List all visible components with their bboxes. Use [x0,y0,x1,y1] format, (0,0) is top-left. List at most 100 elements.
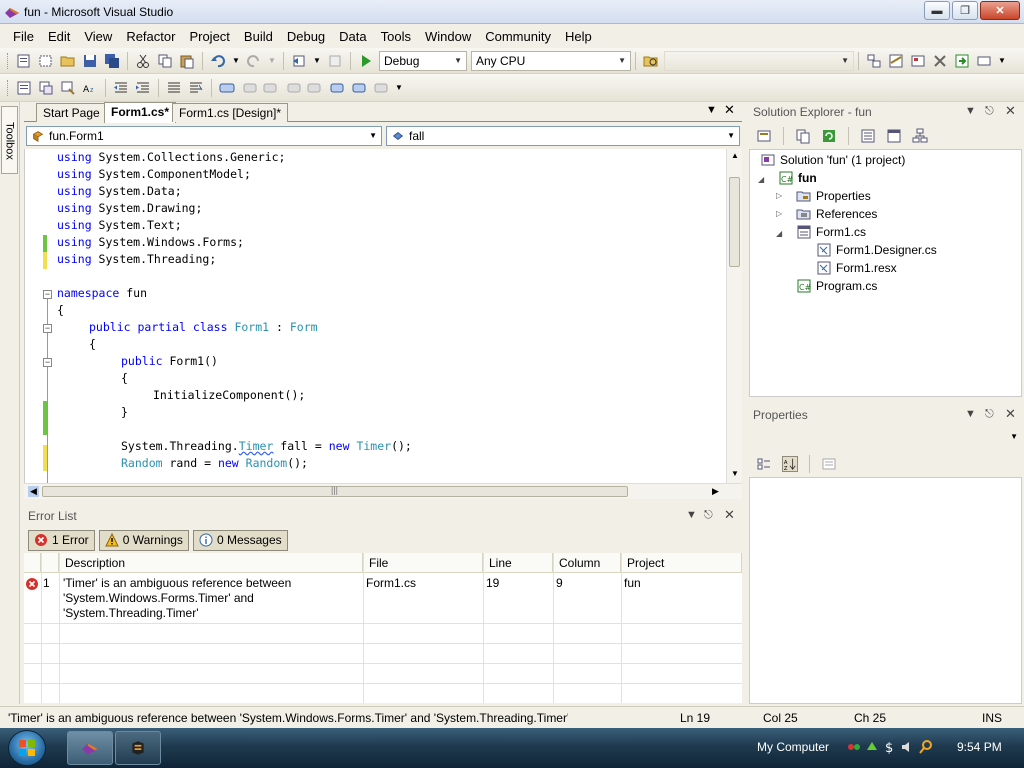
start-page-icon[interactable] [954,53,970,69]
members-dropdown[interactable]: fall ▼ [386,125,740,146]
menu-tools[interactable]: Tools [374,29,418,44]
tree-item-project-fun[interactable]: C# fun [778,170,817,186]
currency-icon[interactable]: $ [882,739,898,755]
undo-icon[interactable] [210,53,226,69]
start-debugging-icon[interactable] [358,53,374,69]
column-header-number[interactable] [41,553,59,573]
types-dropdown[interactable]: fun.Form1 ▼ [26,125,382,146]
copy-icon[interactable] [157,53,173,69]
sync-icon[interactable] [864,739,880,755]
close-document-icon[interactable]: ✕ [724,102,735,118]
quick-info-icon[interactable] [60,80,76,96]
display-object-member-list-icon[interactable] [16,80,32,96]
alphabetical-icon[interactable]: AZ [782,456,798,472]
menu-file[interactable]: File [6,29,41,44]
outline-collapse-icon[interactable]: − [43,358,52,367]
scroll-left-icon[interactable]: ◀ [28,486,39,497]
redo-icon[interactable] [246,53,262,69]
uncomment-lines-icon[interactable] [188,80,204,96]
code-line[interactable]: using System.Drawing; [57,200,202,217]
next-bookmark-in-folder-icon[interactable] [307,80,323,96]
tab-form1-cs[interactable]: Form1.cs* [104,102,177,123]
navigate-forward-icon[interactable] [327,53,343,69]
code-line[interactable]: System.Threading.Timer fall = new Timer(… [121,438,412,455]
paste-icon[interactable] [179,53,195,69]
tree-item-form1-resx[interactable]: Form1.resx [816,260,897,276]
toolbar-options-icon[interactable]: ▼ [998,53,1006,69]
scroll-thumb[interactable] [729,177,740,267]
window-position-icon[interactable]: ▼ [965,105,976,117]
menu-help[interactable]: Help [558,29,599,44]
code-line[interactable]: using System.ComponentModel; [57,166,251,183]
menu-debug[interactable]: Debug [280,29,332,44]
parameter-info-icon[interactable] [38,80,54,96]
menu-refactor[interactable]: Refactor [119,29,182,44]
editor-horizontal-scrollbar[interactable]: ◀ ||| ▶ [24,483,742,499]
warnings-filter-button[interactable]: 0 Warnings [98,529,189,551]
tree-item-properties[interactable]: Properties [796,188,871,204]
add-item-icon[interactable] [38,53,54,69]
code-line[interactable]: using System.Windows.Forms; [57,234,244,251]
next-bookmark-in-document-icon[interactable] [351,80,367,96]
code-line[interactable]: using System.Data; [57,183,182,200]
editor-vertical-scrollbar[interactable]: ▲ ▼ [726,149,742,483]
object-browser-icon[interactable] [910,53,926,69]
previous-bookmark-in-folder-icon[interactable] [285,80,301,96]
menu-data[interactable]: Data [332,29,373,44]
toolbox-icon[interactable] [932,53,948,69]
tree-collapse-icon[interactable]: ◢ [758,175,764,184]
redo-dropdown-icon[interactable]: ▼ [268,53,276,69]
new-project-icon[interactable] [16,53,32,69]
column-header-description[interactable]: Description [59,553,363,573]
column-header-file[interactable]: File [363,553,483,573]
solution-platform-dropdown[interactable]: Any CPU ▼ [471,50,631,71]
clear-bookmarks-icon[interactable] [373,80,389,96]
menu-community[interactable]: Community [478,29,558,44]
show-all-files-icon[interactable] [795,128,811,144]
toolbar-gripper[interactable] [7,52,10,69]
properties-icon[interactable] [756,128,772,144]
cut-icon[interactable] [135,53,151,69]
column-header-line[interactable]: Line [483,553,553,573]
tree-item-form1-designer-cs[interactable]: Form1.Designer.cs [816,242,937,258]
close-icon[interactable]: ✕ [1005,406,1016,422]
active-files-dropdown-icon[interactable]: ▼ [706,104,717,116]
code-line[interactable]: { [121,370,128,387]
solution-configuration-dropdown[interactable]: Debug ▼ [379,50,467,71]
auto-hide-pin-icon[interactable]: ⎋ [704,509,713,522]
code-editor[interactable]: using System.Collections.Generic; using S… [24,149,726,483]
taskbar-visual-studio-button[interactable] [67,731,113,765]
code-line[interactable]: { [89,336,96,353]
minimize-button[interactable]: ▬ [924,1,950,20]
view-designer-icon[interactable] [886,128,902,144]
previous-bookmark-in-document-icon[interactable] [329,80,345,96]
tray-clock[interactable]: 9:54 PM [957,740,1002,754]
navigate-dropdown-icon[interactable]: ▼ [313,53,321,69]
menu-view[interactable]: View [77,29,119,44]
save-icon[interactable] [82,53,98,69]
tree-item-form1-cs[interactable]: Form1.cs [796,224,866,240]
menu-project[interactable]: Project [182,29,236,44]
tree-expand-icon[interactable]: ▷ [776,209,782,218]
navigate-backward-icon[interactable] [291,53,307,69]
other-windows-icon[interactable] [976,53,992,69]
errors-filter-button[interactable]: 1 Error [28,529,95,551]
view-code-icon[interactable] [860,128,876,144]
tab-start-page[interactable]: Start Page [36,103,107,122]
solution-explorer-toolbar-icon[interactable] [866,53,882,69]
find-combo[interactable]: ▼ [664,50,854,71]
search-icon[interactable] [918,739,934,755]
taskbar-app-button[interactable] [115,731,161,765]
menu-window[interactable]: Window [418,29,478,44]
code-line[interactable]: using System.Collections.Generic; [57,149,286,166]
previous-bookmark-icon[interactable] [241,80,257,96]
tree-item-solution[interactable]: Solution 'fun' (1 project) [760,152,905,168]
decrease-indent-icon[interactable] [113,80,129,96]
complete-word-icon[interactable]: Az [82,80,98,96]
toolbox-tab[interactable]: Toolbox [1,106,18,174]
code-line[interactable]: namespace fun [57,285,147,302]
code-line[interactable]: public partial class Form1 : Form [89,319,318,336]
comment-lines-icon[interactable] [166,80,182,96]
properties-window-icon[interactable] [888,53,904,69]
column-header-column[interactable]: Column [553,553,621,573]
